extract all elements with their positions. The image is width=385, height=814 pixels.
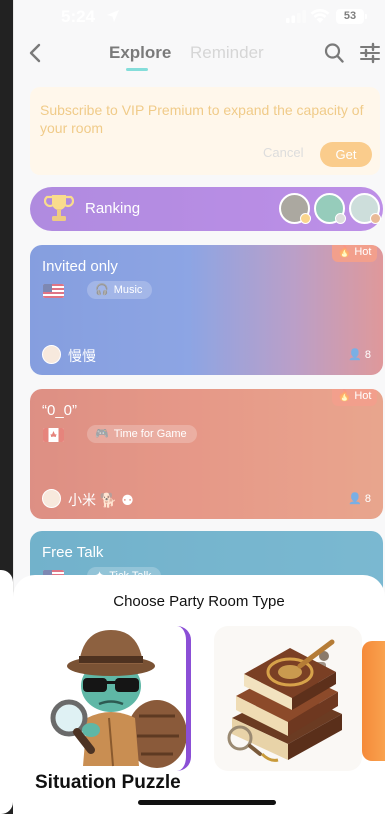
next-option-card-edge[interactable] [362,641,385,761]
detective-turtle-icon [50,630,186,768]
room-type-book-mystery[interactable] [214,626,362,771]
antique-books-icon [227,639,342,762]
room-type-sheet: Choose Party Room Type Situation Puzzle [13,575,385,814]
app-screen: 5:24 53 Explore Reminder Subscribe to VI… [13,0,385,814]
room-type-situation-puzzle[interactable] [39,626,191,771]
sheet-title: Choose Party Room Type [113,593,285,610]
situation-puzzle-label: Situation Puzzle [35,772,181,793]
adjacent-screen-strip [0,0,13,814]
home-indicator[interactable] [138,800,276,805]
